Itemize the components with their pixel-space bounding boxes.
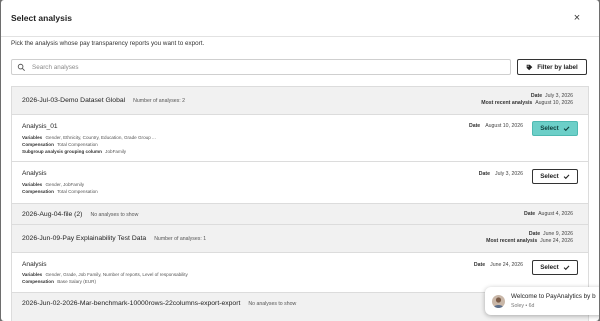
analysis-name: Analysis xyxy=(22,170,47,177)
compensation-label: Compensation xyxy=(22,279,54,284)
filter-label: Filter by label xyxy=(537,63,578,71)
chat-notification[interactable]: Welcome to PayAnalytics by b Soley • 6d xyxy=(485,287,599,315)
filter-by-label-button[interactable]: Filter by label xyxy=(517,59,587,75)
dataset-dates: Date July 3, 2026 Most recent analysis A… xyxy=(481,93,573,107)
select-analysis-modal: Select analysis × Pick the analysis whos… xyxy=(1,0,599,321)
dataset-date: August 4, 2026 xyxy=(538,211,573,217)
search-box[interactable] xyxy=(11,59,511,75)
dataset-name: 2026-Jul-03-Demo Dataset Global xyxy=(22,97,126,104)
compensation-label: Compensation xyxy=(22,142,54,147)
dataset-group: 2026-Aug-04-file (2) No analyses to show … xyxy=(12,204,588,225)
search-icon xyxy=(17,63,25,71)
analysis-variables: Gender, JobFamily xyxy=(45,182,85,187)
analysis-name: Analysis_01 xyxy=(22,123,58,130)
checkmark-icon xyxy=(563,174,570,180)
analysis-count: No analyses to show xyxy=(248,301,297,307)
dataset-date: June 9, 2026 xyxy=(543,231,573,237)
analysis-count: No analyses to show xyxy=(90,212,139,218)
modal-title: Select analysis xyxy=(11,13,72,23)
dataset-name: 2026-Jun-09-Pay Explainability Test Data xyxy=(22,235,147,242)
analysis-row: Analysis_01 Variables Gender, Ethnicity,… xyxy=(12,115,588,162)
most-recent-date: June 24, 2026 xyxy=(540,238,573,244)
dataset-dates: Date August 4, 2026 xyxy=(524,211,573,218)
select-button[interactable]: Select xyxy=(532,260,578,275)
analysis-list: 2026-Jul-03-Demo Dataset Global Number of… xyxy=(11,86,589,321)
checkmark-icon xyxy=(563,265,570,271)
most-recent-label: Most recent analysis xyxy=(481,100,533,106)
variables-label: Variables xyxy=(22,272,43,277)
close-icon: × xyxy=(573,12,581,24)
analysis-compensation: Total Compensation xyxy=(57,189,98,194)
instructions-text: Pick the analysis whose pay transparency… xyxy=(11,40,205,47)
most-recent-label: Most recent analysis xyxy=(486,238,538,244)
dataset-group: 2026-Jun-09-Pay Explainability Test Data… xyxy=(12,225,588,253)
select-button[interactable]: Select xyxy=(532,169,578,184)
dataset-dates: Date June 9, 2026 Most recent analysis J… xyxy=(486,231,573,245)
analysis-variables: Gender, Ethnicity, Country, Education, G… xyxy=(45,135,156,140)
analysis-date: June 24, 2026 xyxy=(490,262,523,268)
select-button[interactable]: Select xyxy=(532,121,578,136)
analysis-compensation: Total Compensation xyxy=(57,142,98,147)
analysis-count: Number of analyses: 2 xyxy=(133,98,186,104)
select-label: Select xyxy=(540,173,559,180)
checkmark-icon xyxy=(563,126,570,132)
date-label: Date xyxy=(478,171,491,177)
modal-header: Select analysis × xyxy=(1,0,599,37)
date-label: Date xyxy=(528,231,541,237)
analysis-name: Analysis xyxy=(22,261,47,268)
analysis-count: Number of analyses: 1 xyxy=(154,236,207,242)
date-label: Date xyxy=(523,211,536,217)
select-label: Select xyxy=(540,125,559,132)
analysis-variables: Gender, Grade, Job Family, Number of rep… xyxy=(45,272,188,277)
person-icon xyxy=(493,297,504,308)
avatar xyxy=(492,295,505,308)
analysis-date: August 10, 2026 xyxy=(485,123,523,129)
variables-label: Variables xyxy=(22,182,43,187)
dataset-date: July 3, 2026 xyxy=(545,93,573,99)
dataset-name: 2026-Jun-02-2026-Mar-benchmark-10000rows… xyxy=(22,300,241,307)
chat-sender: Soley • 6d xyxy=(511,303,535,309)
chat-message: Welcome to PayAnalytics by b xyxy=(511,293,596,300)
select-label: Select xyxy=(540,264,559,271)
analysis-row: Analysis Variables Gender, JobFamily Com… xyxy=(12,162,588,204)
dataset-name: 2026-Aug-04-file (2) xyxy=(22,211,83,218)
compensation-label: Compensation xyxy=(22,189,54,194)
dataset-group: 2026-Jul-03-Demo Dataset Global Number of… xyxy=(12,87,588,115)
date-label: Date xyxy=(468,123,481,129)
subgroup-label: Subgroup analysis grouping column xyxy=(22,149,102,154)
most-recent-date: August 10, 2026 xyxy=(535,100,573,106)
variables-label: Variables xyxy=(22,135,43,140)
close-button[interactable]: × xyxy=(571,12,583,24)
analysis-compensation: Base Salary (EUR) xyxy=(57,279,96,284)
date-label: Date xyxy=(530,93,543,99)
analysis-subgroup: JobFamily xyxy=(105,149,127,154)
tag-icon xyxy=(526,64,533,70)
date-label: Date xyxy=(473,262,486,268)
analysis-date: July 3, 2026 xyxy=(495,171,523,177)
search-input[interactable] xyxy=(32,61,502,73)
